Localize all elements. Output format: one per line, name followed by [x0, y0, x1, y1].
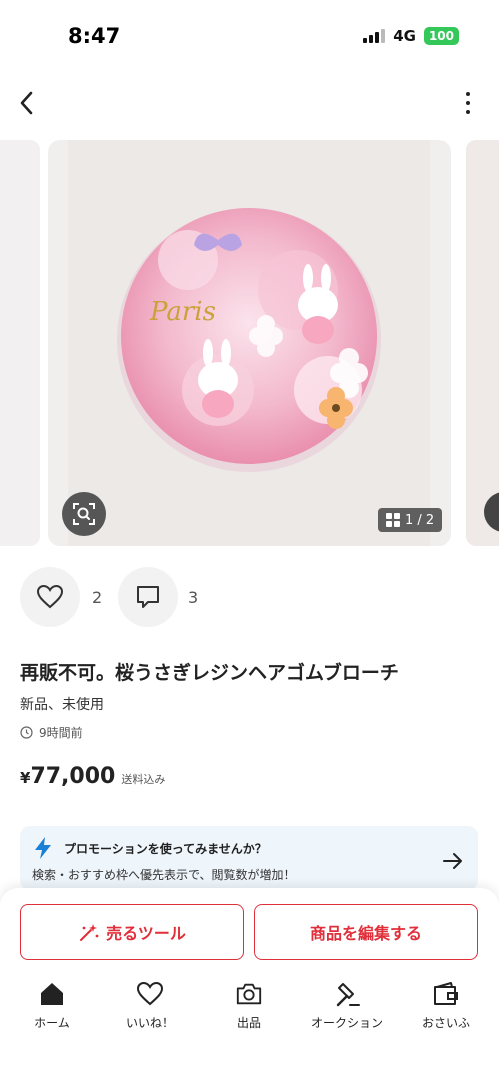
- battery-icon: 100: [423, 27, 459, 45]
- tab-bar: ホーム いいね！ 出品 オークション おさいふ: [0, 980, 499, 1040]
- item-title: 再販不可。桜うさぎレジンヘアゴムブローチ: [20, 662, 399, 684]
- posted-time-text: 9時間前: [39, 726, 83, 740]
- gavel-icon: [333, 980, 361, 1008]
- item-price: 77,000: [30, 764, 116, 789]
- image-search-button[interactable]: [62, 492, 106, 536]
- tab-home[interactable]: ホーム: [4, 980, 100, 1031]
- more-options-button[interactable]: [463, 92, 473, 114]
- tab-likes[interactable]: いいね！: [102, 980, 198, 1031]
- product-photo[interactable]: Paris: [48, 140, 451, 546]
- network-label: 4G: [393, 27, 416, 45]
- posted-time: 9時間前: [20, 724, 83, 741]
- previous-image-peek: [0, 140, 40, 546]
- status-time: 8:47: [68, 24, 121, 48]
- chevron-left-icon: [20, 91, 33, 115]
- promotion-subtitle: 検索・おすすめ枠へ優先表示で、閲覧数が増加！: [32, 868, 296, 882]
- shipping-info: 送料込み: [121, 773, 166, 786]
- like-count: 2: [92, 588, 103, 607]
- camera-icon: [235, 980, 263, 1008]
- edit-item-button[interactable]: 商品を編集する: [254, 904, 478, 960]
- svg-text:Paris: Paris: [149, 297, 216, 327]
- sell-tool-button[interactable]: 売るツール: [20, 904, 244, 960]
- price-currency: ¥: [20, 769, 31, 787]
- tab-wallet[interactable]: おさいふ: [398, 980, 494, 1031]
- image-counter-text: 1 / 2: [405, 512, 435, 528]
- sell-tool-label: 売るツール: [106, 924, 186, 943]
- heart-icon: [136, 980, 164, 1008]
- clock-icon: [20, 726, 33, 739]
- promotion-banner[interactable]: プロモーションを使ってみませんか？ 検索・おすすめ枠へ優先表示で、閲覧数が増加！: [20, 826, 478, 890]
- tab-label: オークション: [310, 1016, 383, 1030]
- status-bar: 8:47 4G 100: [0, 0, 499, 70]
- wallet-icon: [432, 980, 460, 1008]
- image-carousel[interactable]: Paris 1 / 2: [0, 140, 499, 548]
- more-dot-icon: [466, 110, 470, 114]
- grid-icon: [386, 513, 400, 527]
- photo-backdrop: Paris: [68, 140, 430, 546]
- back-button[interactable]: [14, 88, 42, 118]
- edit-item-label: 商品を編集する: [309, 924, 422, 943]
- like-button[interactable]: [20, 567, 80, 627]
- price-row: ¥ 77,000 送料込み: [20, 764, 165, 789]
- tab-label: ホーム: [34, 1016, 70, 1030]
- comment-count: 3: [188, 588, 199, 607]
- comment-icon: [137, 586, 159, 608]
- tab-label: 出品: [236, 1016, 261, 1030]
- item-condition: 新品、未使用: [20, 697, 104, 713]
- next-image-peek: [466, 140, 499, 546]
- image-counter[interactable]: 1 / 2: [378, 508, 443, 532]
- heart-icon: [36, 584, 64, 609]
- signal-icon: [363, 29, 386, 43]
- home-icon: [38, 980, 66, 1008]
- arrow-right-icon[interactable]: [442, 852, 464, 870]
- status-indicators: 4G 100: [363, 27, 459, 45]
- lightning-icon: [35, 837, 51, 859]
- comment-button[interactable]: [118, 567, 178, 627]
- tab-auction[interactable]: オークション: [299, 980, 395, 1031]
- promotion-title: プロモーションを使ってみませんか？: [64, 842, 267, 856]
- more-dot-icon: [466, 101, 470, 105]
- lens-search-icon: [73, 503, 95, 525]
- tab-label: いいね！: [125, 1016, 174, 1030]
- magic-wand-icon: [80, 924, 99, 941]
- tab-label: おさいふ: [421, 1016, 470, 1030]
- more-dot-icon: [466, 92, 470, 96]
- brooch-image: Paris: [117, 208, 381, 472]
- tab-sell[interactable]: 出品: [201, 980, 297, 1031]
